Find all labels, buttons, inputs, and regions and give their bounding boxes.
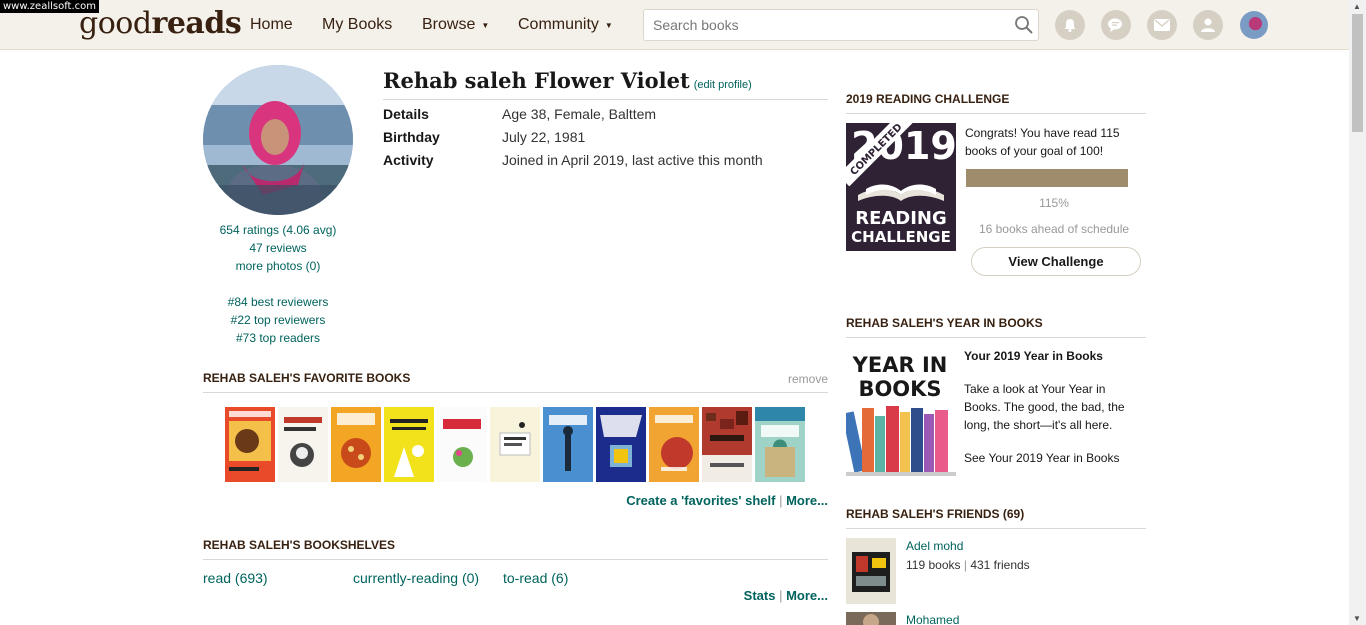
book-cover[interactable] — [225, 407, 275, 482]
challenge-ahead-text: 16 books ahead of schedule — [978, 222, 1130, 236]
favorites-more-link[interactable]: More... — [786, 493, 828, 508]
badge-line2: CHALLENGE — [851, 228, 951, 246]
book-cover[interactable] — [331, 407, 381, 482]
divider — [846, 337, 1146, 338]
book-cover[interactable] — [702, 407, 752, 482]
book-cover[interactable] — [596, 407, 646, 482]
book-cover[interactable] — [543, 407, 593, 482]
view-challenge-button[interactable]: View Challenge — [971, 247, 1141, 276]
shelves-more-link[interactable]: More... — [786, 588, 828, 603]
friend-meta: 119 books | 431 friends — [906, 558, 1030, 572]
divider — [846, 528, 1146, 529]
book-cover[interactable] — [755, 407, 805, 482]
top-readers-rank[interactable]: #73 top readers — [236, 331, 320, 345]
friend-avatar[interactable] — [846, 612, 896, 625]
bookshelves-links: Stats | More... — [744, 588, 828, 603]
favorite-books-row — [225, 407, 805, 482]
search-box — [643, 9, 1039, 41]
info-label: Birthday — [383, 129, 440, 145]
friends-title: REHAB SALEH'S FRIENDS (69) — [846, 507, 1025, 521]
divider — [846, 113, 1146, 114]
challenge-progress-bar — [966, 169, 1128, 187]
separator: | — [963, 558, 967, 572]
reading-challenge-title: 2019 READING CHALLENGE — [846, 92, 1010, 106]
search-input[interactable] — [644, 10, 1004, 40]
divider — [383, 99, 828, 100]
shelf-stats-link[interactable]: Stats — [744, 588, 776, 603]
shelf-to-read-link[interactable]: to-read (6) — [503, 570, 568, 586]
profile-photo[interactable] — [203, 65, 353, 215]
divider — [203, 559, 828, 560]
top-reviewers-rank[interactable]: #22 top reviewers — [231, 313, 326, 327]
yib-line2: BOOKS — [858, 377, 941, 401]
shelf-read-link[interactable]: read (693) — [203, 570, 268, 586]
profile-ranks: #84 best reviewers #22 top reviewers #73… — [203, 293, 353, 347]
book-cover[interactable] — [384, 407, 434, 482]
favorites-links: Create a 'favorites' shelf | More... — [626, 493, 828, 508]
caret-down-icon: ▼ — [481, 20, 490, 30]
reading-challenge-badge[interactable]: 2019 COMPLETED READING CHALLENGE — [846, 123, 956, 251]
challenge-percent: 115% — [1039, 196, 1069, 210]
book-cover[interactable] — [490, 407, 540, 482]
reviews-link[interactable]: 47 reviews — [249, 241, 306, 255]
top-nav-bar: goodreads Home My Books Browse ▼ Communit… — [0, 0, 1366, 50]
discussions-icon[interactable] — [1101, 10, 1131, 40]
profile-stats: 654 ratings (4.06 avg) 47 reviews more p… — [203, 221, 353, 275]
divider — [203, 392, 828, 393]
user-avatar[interactable] — [1240, 11, 1268, 39]
notifications-icon[interactable] — [1055, 10, 1085, 40]
ratings-link[interactable]: 654 ratings (4.06 avg) — [220, 223, 337, 237]
info-birthday: Birthday July 22, 1981 — [383, 129, 585, 145]
info-activity: Activity Joined in April 2019, last acti… — [383, 152, 763, 168]
year-in-books-image[interactable]: YEAR IN BOOKS — [841, 350, 956, 476]
info-value: July 22, 1981 — [502, 129, 586, 145]
page-scrollbar[interactable]: ▲ ▼ — [1349, 0, 1366, 625]
book-cover[interactable] — [437, 407, 487, 482]
edit-profile-link[interactable]: (edit profile) — [694, 79, 752, 91]
create-favorites-shelf-link[interactable]: Create a 'favorites' shelf — [626, 493, 775, 508]
friend-avatar[interactable] — [846, 538, 896, 604]
info-label: Activity — [383, 152, 434, 168]
friend-name-link[interactable]: Adel mohd — [906, 539, 963, 553]
see-year-in-books-link[interactable]: See Your 2019 Year in Books — [964, 449, 1144, 467]
scroll-down-icon[interactable]: ▼ — [1353, 614, 1361, 623]
friend-friends-link[interactable]: 431 friends — [970, 558, 1029, 572]
more-photos-link[interactable]: more photos (0) — [236, 259, 321, 273]
year-in-books-title: REHAB SALEH'S YEAR IN BOOKS — [846, 316, 1043, 330]
year-in-books-heading: Your 2019 Year in Books — [964, 349, 1103, 363]
favorite-books-title: REHAB SALEH'S FAVORITE BOOKS — [203, 371, 411, 385]
year-in-books-body: Take a look at Your Year in Books. The g… — [964, 382, 1125, 432]
friends-icon[interactable] — [1193, 10, 1223, 40]
info-value: Joined in April 2019, last active this m… — [502, 152, 763, 168]
scroll-up-icon[interactable]: ▲ — [1353, 2, 1361, 11]
separator: | — [779, 493, 783, 508]
caret-down-icon: ▼ — [604, 20, 613, 30]
scrollbar-thumb[interactable] — [1352, 14, 1363, 132]
challenge-status-text: Congrats! You have read 115 books of you… — [965, 126, 1120, 158]
info-details: Details Age 38, Female, Balttem — [383, 106, 656, 122]
nav-community[interactable]: Community ▼ — [518, 0, 613, 50]
remove-favorites-link[interactable]: remove — [788, 372, 828, 386]
profile-name: Rehab saleh Flower Violet (edit profile) — [383, 68, 752, 93]
shelf-currently-reading-link[interactable]: currently-reading (0) — [353, 570, 479, 586]
separator: | — [779, 588, 783, 603]
nav-my-books[interactable]: My Books — [322, 0, 392, 50]
search-icon[interactable] — [1014, 15, 1034, 35]
info-value: Age 38, Female, Balttem — [502, 106, 657, 122]
friend-books-link[interactable]: 119 books — [906, 558, 961, 572]
friend-name-link[interactable]: Mohamed — [906, 613, 959, 625]
yib-line1: YEAR IN — [852, 353, 948, 377]
book-cover[interactable] — [278, 407, 328, 482]
best-reviewers-rank[interactable]: #84 best reviewers — [228, 295, 329, 309]
info-label: Details — [383, 106, 429, 122]
messages-icon[interactable] — [1147, 10, 1177, 40]
book-cover[interactable] — [649, 407, 699, 482]
nav-home[interactable]: Home — [250, 0, 293, 50]
watermark: www.zeallsoft.com — [0, 0, 100, 13]
nav-browse[interactable]: Browse ▼ — [422, 0, 489, 50]
goodreads-logo[interactable]: goodreads — [79, 6, 242, 41]
badge-line1: READING — [855, 208, 947, 229]
bookshelves-title: REHAB SALEH'S BOOKSHELVES — [203, 538, 395, 552]
